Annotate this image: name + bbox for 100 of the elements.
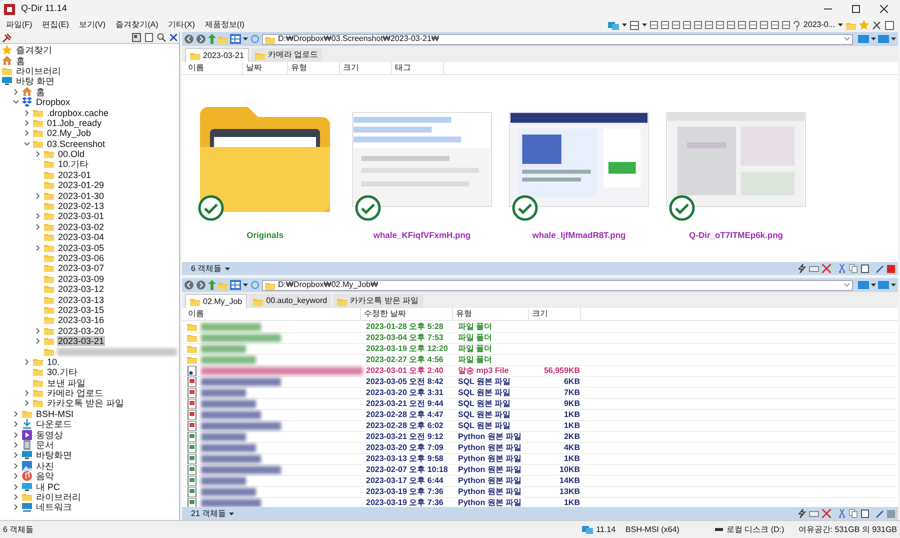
caret-icon[interactable] bbox=[871, 37, 876, 41]
maximize-icon[interactable] bbox=[852, 5, 860, 13]
column-header[interactable]: 태그 bbox=[392, 62, 444, 74]
pen-icon[interactable] bbox=[876, 510, 884, 518]
document-icon[interactable] bbox=[145, 33, 153, 42]
chevron-right-icon[interactable] bbox=[13, 442, 19, 448]
caret-icon[interactable] bbox=[622, 23, 628, 27]
file-name[interactable]: Originals bbox=[246, 229, 284, 242]
tree-item[interactable]: 2023-03-21 bbox=[57, 336, 106, 346]
layout-icon[interactable] bbox=[760, 21, 768, 29]
tree-item[interactable]: 2023-03-09 bbox=[57, 274, 106, 284]
object-count-button[interactable]: 21 객체들 bbox=[185, 508, 234, 520]
file-name[interactable]: Q-Dir_oT7ITMEp6k.png bbox=[689, 229, 783, 242]
chevron-down-icon[interactable] bbox=[24, 140, 30, 147]
column-header[interactable]: 크기 bbox=[340, 62, 392, 74]
tree-item[interactable]: 사진 bbox=[35, 460, 55, 471]
column-header[interactable]: 이름 bbox=[185, 62, 243, 74]
chevron-right-icon[interactable] bbox=[35, 244, 41, 251]
tree-item[interactable]: 2023-03-01 bbox=[57, 211, 106, 222]
chevron-right-icon[interactable] bbox=[24, 130, 30, 136]
column-header[interactable]: 유형 bbox=[288, 62, 340, 74]
chevron-right-icon[interactable] bbox=[24, 400, 30, 406]
tree-item[interactable]: 카카오톡 받은 파일 bbox=[46, 398, 126, 408]
layout-icon[interactable] bbox=[771, 21, 780, 29]
caret-icon[interactable] bbox=[891, 37, 896, 41]
scissors-icon[interactable] bbox=[838, 264, 846, 273]
close-icon[interactable] bbox=[170, 34, 177, 41]
caret-icon[interactable] bbox=[891, 283, 896, 287]
tree-item[interactable]: 00.Old bbox=[57, 149, 86, 160]
chevron-right-icon[interactable] bbox=[13, 421, 19, 428]
view-icon[interactable] bbox=[230, 34, 241, 44]
tab[interactable]: 카메라 업로드 bbox=[250, 48, 322, 62]
tree-item[interactable]: Dropbox bbox=[35, 97, 72, 108]
file-name[interactable]: whale_IjfMmadR8T.png bbox=[532, 229, 626, 242]
tree-item[interactable]: 30.기타 bbox=[46, 367, 79, 378]
path-field[interactable]: D:₩Dropbox₩02.My_Job₩ bbox=[262, 280, 853, 290]
back-icon[interactable] bbox=[184, 280, 194, 290]
copy-icon[interactable] bbox=[849, 509, 858, 518]
tree-item[interactable]: 2023-03-06 bbox=[57, 253, 106, 263]
tree-item[interactable]: 바탕 화면 bbox=[15, 76, 56, 86]
star-icon[interactable] bbox=[859, 20, 869, 30]
chevron-right-icon[interactable] bbox=[24, 358, 30, 365]
tree-item[interactable]: 동영상 bbox=[35, 430, 64, 440]
chevron-down-icon[interactable] bbox=[13, 99, 19, 106]
layout-icon[interactable] bbox=[738, 21, 746, 29]
caret-icon[interactable] bbox=[642, 23, 648, 27]
chevron-down-icon[interactable] bbox=[844, 283, 850, 287]
tree-item[interactable]: 2023-03-20 bbox=[57, 326, 106, 336]
tree-item[interactable]: 라이브러리 bbox=[35, 492, 82, 502]
caret-icon[interactable] bbox=[243, 37, 248, 41]
path-field[interactable]: D:₩Dropbox₩03.Screenshot₩2023-03-21₩ bbox=[262, 34, 853, 44]
tree-item[interactable]: 내 PC bbox=[35, 482, 62, 492]
layout-icon[interactable] bbox=[716, 21, 724, 29]
tree-item[interactable]: 네트워크 bbox=[35, 502, 73, 512]
menu-item[interactable]: 기타(X) bbox=[168, 19, 195, 31]
object-count-button[interactable]: 6 객체들 bbox=[185, 262, 230, 274]
menu-item[interactable]: 편집(E) bbox=[42, 19, 69, 31]
tree-item[interactable]: 2023-03-07 bbox=[57, 263, 106, 274]
rename-icon[interactable] bbox=[809, 510, 819, 516]
chevron-right-icon[interactable] bbox=[35, 338, 41, 344]
menu-item[interactable]: 제품정보(I) bbox=[204, 19, 244, 31]
chevron-right-icon[interactable] bbox=[13, 462, 19, 469]
search-icon[interactable] bbox=[157, 33, 166, 42]
tree-item[interactable]: 라이브러리 bbox=[15, 66, 62, 76]
forward-icon[interactable] bbox=[196, 280, 206, 290]
chevron-right-icon[interactable] bbox=[13, 494, 19, 500]
panel-icon[interactable] bbox=[132, 33, 141, 42]
tree-item[interactable]: 10.기타 bbox=[57, 159, 90, 170]
tree-item[interactable]: 문서 bbox=[35, 440, 55, 450]
tree-item[interactable]: 2023-03-16 bbox=[57, 315, 106, 326]
caret-icon[interactable] bbox=[871, 283, 876, 287]
layout-icon[interactable] bbox=[694, 21, 702, 29]
tree-item[interactable]: 음악 bbox=[35, 471, 55, 482]
dropdown-button[interactable]: 2023-0... bbox=[803, 19, 843, 31]
chevron-right-icon[interactable] bbox=[24, 110, 30, 116]
layout-icon[interactable] bbox=[683, 21, 692, 29]
chevron-right-icon[interactable] bbox=[13, 88, 19, 95]
tree-item[interactable]: 바탕화면 bbox=[35, 450, 73, 460]
tree-item[interactable]: 보낸 파일 bbox=[46, 378, 87, 388]
menu-item[interactable]: 파일(F) bbox=[6, 19, 32, 31]
chevron-right-icon[interactable] bbox=[35, 192, 41, 199]
chevron-right-icon[interactable] bbox=[35, 224, 41, 230]
tree-item[interactable]: BSH-MSI bbox=[35, 408, 75, 419]
rename-icon[interactable] bbox=[809, 266, 819, 272]
tree-item[interactable]: 2023-01-29 bbox=[57, 180, 106, 190]
tree-item[interactable]: 다운로드 bbox=[35, 419, 73, 430]
column-header[interactable]: 수정한 날짜 bbox=[361, 308, 453, 320]
layout-icon[interactable] bbox=[661, 21, 670, 29]
tree-item[interactable]: 2023-03-04 bbox=[57, 232, 106, 242]
check-circle-icon[interactable] bbox=[198, 195, 224, 221]
lightning-icon[interactable] bbox=[798, 509, 806, 518]
tree-item[interactable]: 03.Screenshot bbox=[46, 138, 106, 149]
lightning-icon[interactable] bbox=[798, 264, 806, 273]
stop-icon[interactable] bbox=[887, 264, 895, 272]
layout-icon[interactable] bbox=[650, 21, 658, 29]
tab[interactable]: 카카오톡 받은 파일 bbox=[333, 294, 423, 308]
tree-item[interactable]: 2023-01 bbox=[57, 170, 92, 180]
forward-icon[interactable] bbox=[196, 34, 206, 44]
layout-icon[interactable] bbox=[727, 21, 736, 29]
pen-icon[interactable] bbox=[876, 264, 884, 272]
